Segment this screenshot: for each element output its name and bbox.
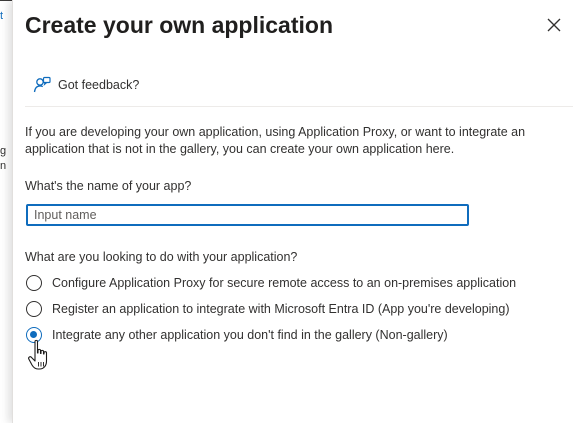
purpose-question-label: What are you looking to do with your app… <box>25 250 298 264</box>
close-button[interactable] <box>543 14 565 36</box>
app-name-label: What's the name of your app? <box>25 179 192 193</box>
feedback-label: Got feedback? <box>58 78 140 92</box>
radio-button[interactable] <box>26 301 42 317</box>
background-text-fragment: t <box>0 10 4 22</box>
background-text-fragment: n <box>0 160 7 172</box>
description-text: If you are developing your own applicati… <box>25 125 526 156</box>
divider <box>25 106 573 107</box>
radio-option-label: Integrate any other application you don'… <box>52 328 448 342</box>
radio-option-app-proxy[interactable]: Configure Application Proxy for secure r… <box>26 275 516 291</box>
panel-title: Create your own application <box>25 12 333 38</box>
feedback-link[interactable]: Got feedback? <box>33 74 139 96</box>
page: t g n Create your own application Got fe… <box>0 0 586 423</box>
background-text-fragment: g <box>0 145 7 157</box>
radio-option-non-gallery[interactable]: Integrate any other application you don'… <box>26 327 448 343</box>
radio-button[interactable] <box>26 275 42 291</box>
background-page-fragment: t g n <box>0 0 12 423</box>
radio-option-label: Configure Application Proxy for secure r… <box>52 276 517 290</box>
radio-option-label: Register an application to integrate wit… <box>52 302 510 316</box>
radio-button-selected[interactable] <box>26 327 42 343</box>
close-icon <box>547 18 561 32</box>
app-name-input[interactable] <box>26 204 469 226</box>
feedback-person-icon <box>33 76 51 93</box>
hand-pointer-cursor-icon <box>28 339 48 370</box>
radio-option-register-app[interactable]: Register an application to integrate wit… <box>26 301 509 317</box>
create-application-panel: Create your own application Got feedback… <box>12 0 586 423</box>
